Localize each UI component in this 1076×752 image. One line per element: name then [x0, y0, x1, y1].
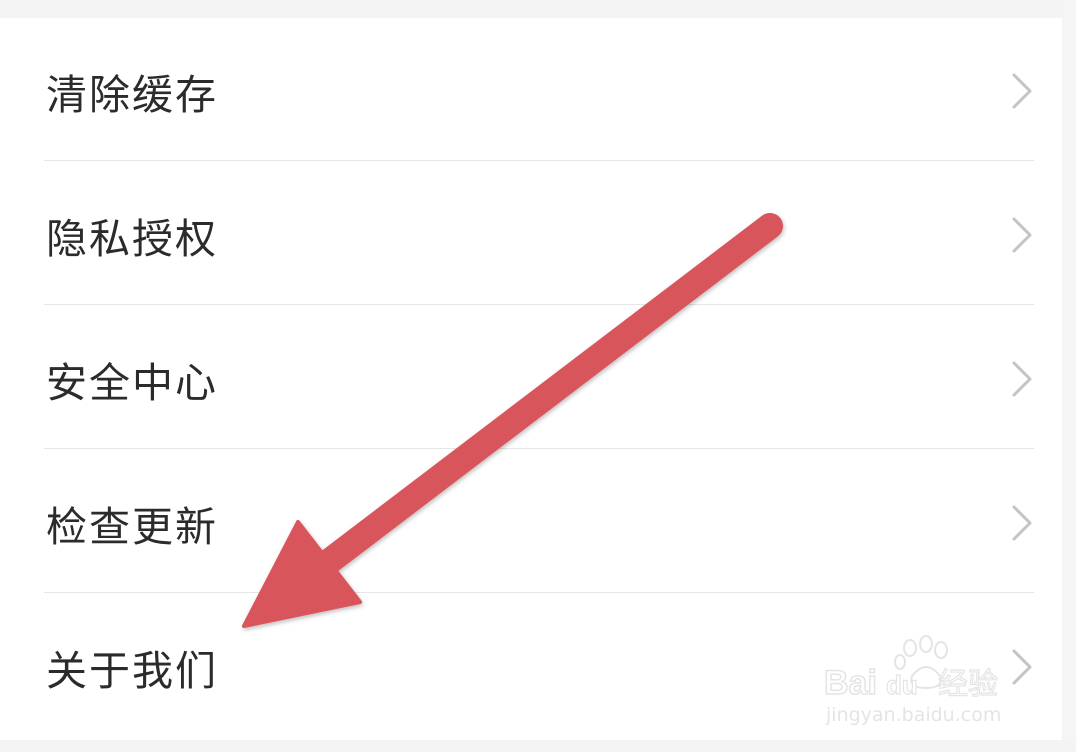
- baidu-jingyan-watermark: Bai du 经验 jingyan.baidu.com: [822, 632, 1022, 732]
- svg-text:经验: 经验: [938, 667, 998, 702]
- settings-item-label: 检查更新: [46, 503, 218, 551]
- svg-text:Bai: Bai: [824, 664, 877, 702]
- settings-item-label: 关于我们: [46, 647, 218, 695]
- chevron-right-icon: [1012, 73, 1032, 109]
- divider: [44, 448, 1034, 449]
- settings-item-privacy[interactable]: 隐私授权: [0, 164, 1062, 306]
- screenshot-stage: 清除缓存 隐私授权 安全中心 检查更新 关于我们 Bai du 经验 jingy…: [0, 0, 1076, 752]
- top-strip: [0, 0, 1076, 18]
- divider: [44, 160, 1034, 161]
- baidu-paw-logo-icon: Bai du 经验: [823, 635, 999, 703]
- settings-item-label: 清除缓存: [46, 71, 218, 119]
- chevron-right-icon: [1012, 361, 1032, 397]
- divider: [44, 304, 1034, 305]
- bottom-strip: [0, 740, 1076, 752]
- divider: [44, 592, 1034, 593]
- chevron-right-icon: [1012, 505, 1032, 541]
- svg-text:du: du: [886, 670, 918, 700]
- right-edge: [1062, 0, 1076, 752]
- chevron-right-icon: [1012, 217, 1032, 253]
- watermark-url: jingyan.baidu.com: [826, 704, 1002, 726]
- settings-item-security-center[interactable]: 安全中心: [0, 308, 1062, 450]
- settings-item-label: 隐私授权: [46, 215, 218, 263]
- settings-item-label: 安全中心: [46, 359, 218, 407]
- settings-item-clear-cache[interactable]: 清除缓存: [0, 20, 1062, 162]
- settings-item-check-update[interactable]: 检查更新: [0, 452, 1062, 594]
